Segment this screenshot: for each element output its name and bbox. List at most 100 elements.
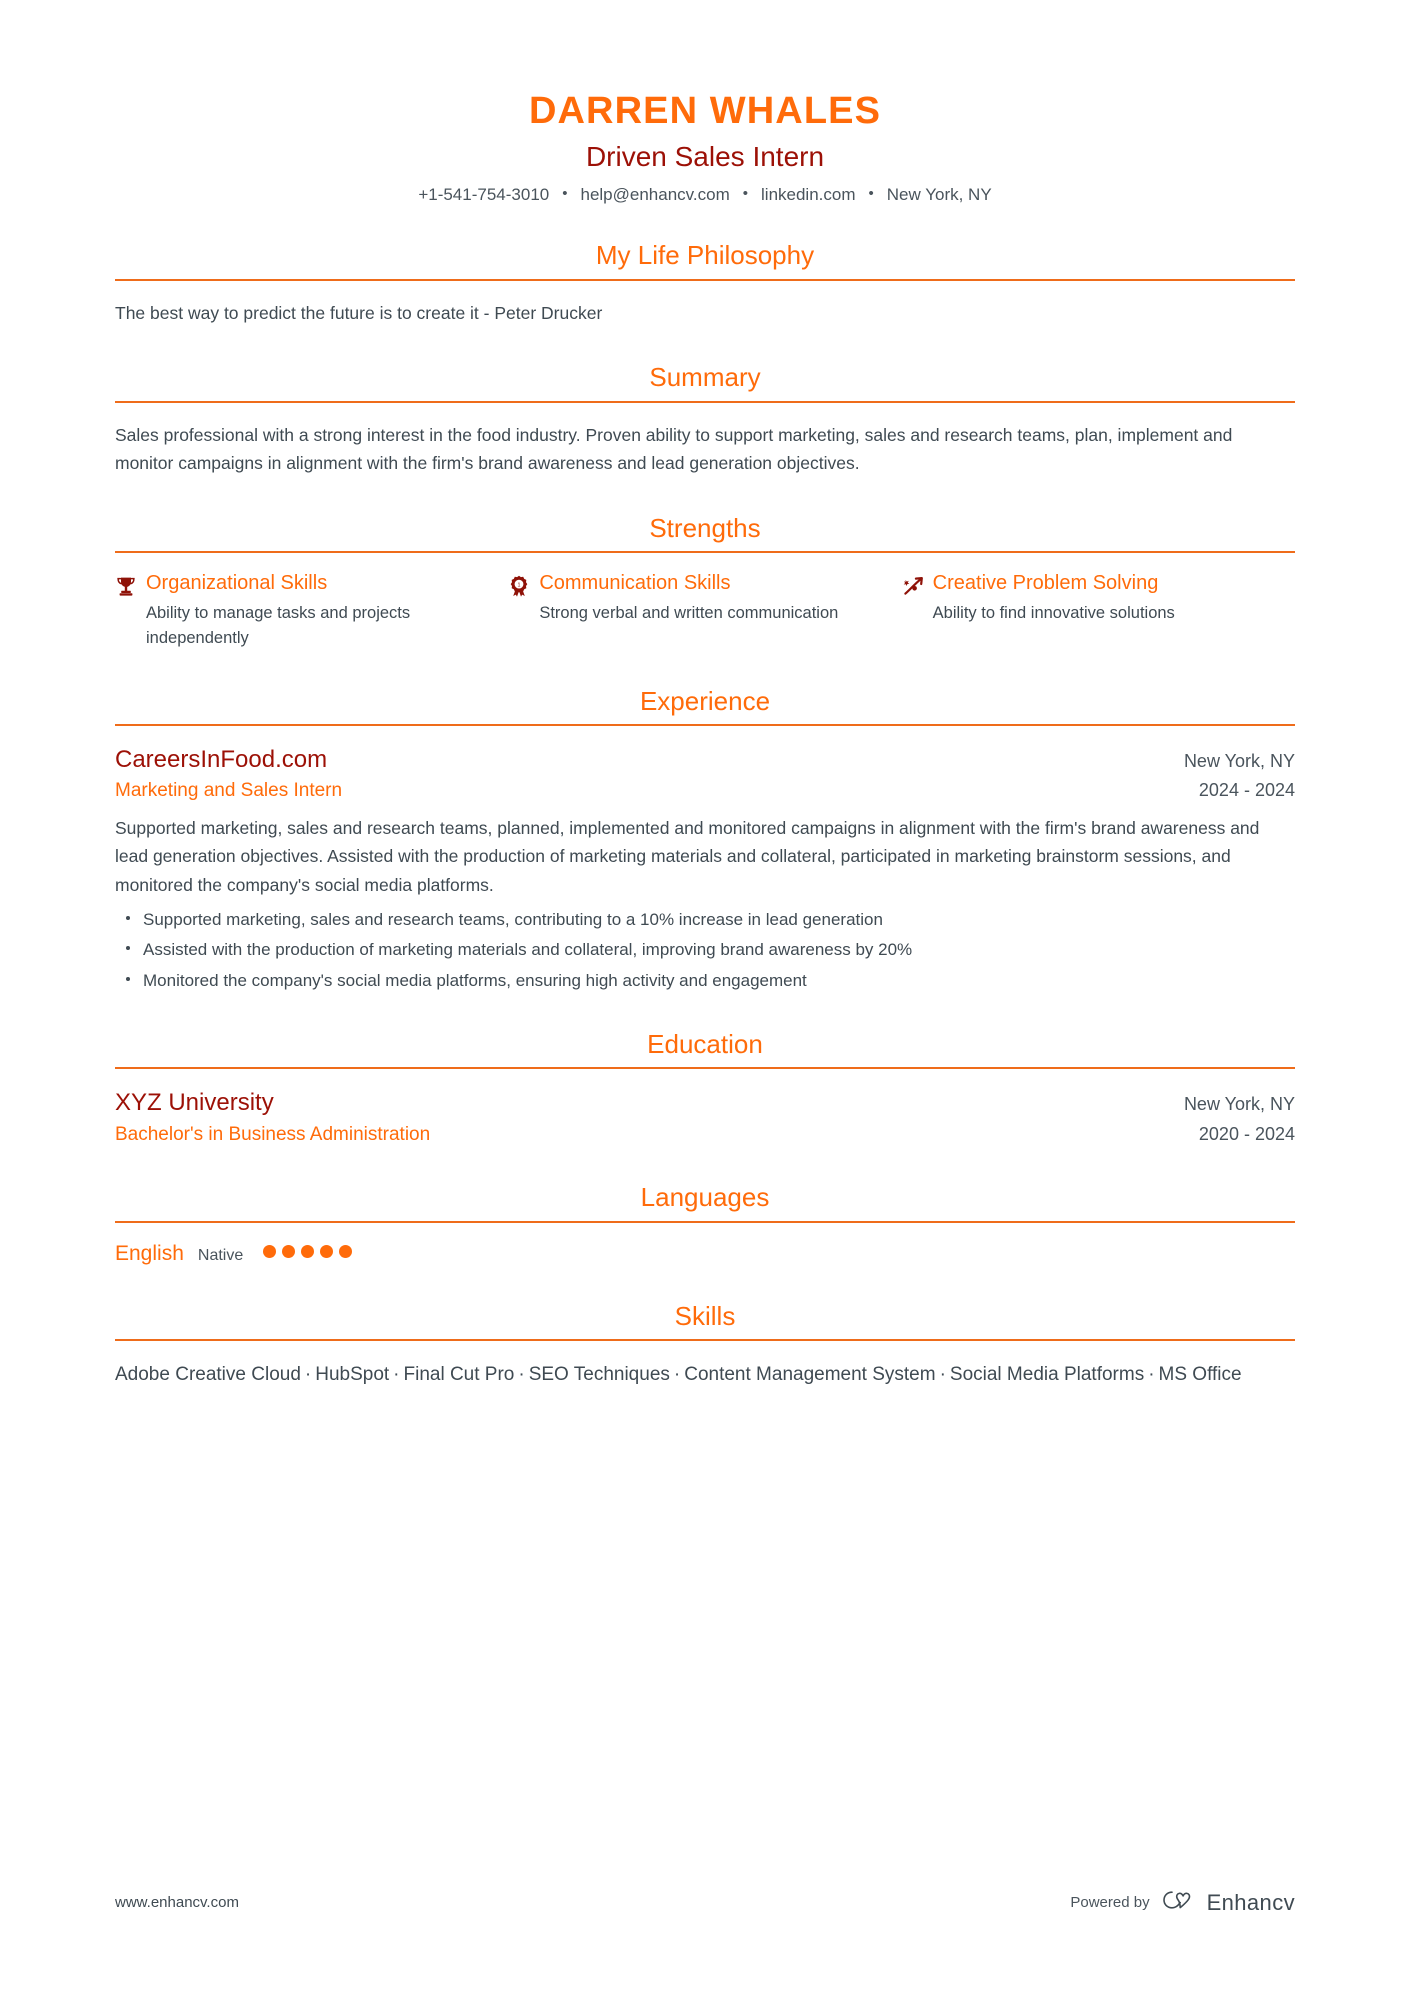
strength-description: Ability to find innovative solutions (932, 604, 1175, 623)
strength-title: Organizational Skills (146, 572, 328, 595)
strength-head: 1 Communication Skills (508, 571, 871, 597)
contact-linkedin[interactable]: linkedin.com (761, 185, 856, 205)
entry-org-row: CareersInFood.com New York, NY (115, 744, 1295, 775)
strength-head: Creative Problem Solving (902, 571, 1265, 597)
language-row: English Native (115, 1241, 1295, 1266)
section-title-summary: Summary (649, 362, 761, 393)
strength-item: Organizational Skills Ability to manage t… (115, 571, 508, 651)
experience-bullet: Monitored the company's social media pla… (125, 968, 1295, 994)
enhancv-wordmark: Enhancv (1206, 1889, 1295, 1915)
candidate-name: DARREN WHALES (528, 90, 882, 132)
proficiency-dot (263, 1244, 277, 1258)
section-experience: Experience CareersInFood.com New York, NY… (115, 685, 1295, 994)
education-school: XYZ University (115, 1089, 274, 1117)
footer-website-url[interactable]: www.enhancv.com (115, 1894, 239, 1911)
skill-separator: · (518, 1364, 525, 1386)
strength-description: Strong verbal and written communication (539, 604, 839, 623)
entry-role-row: Bachelor's in Business Administration 202… (115, 1119, 1295, 1148)
section-strengths: Strengths Organizational Skills Ability t… (115, 512, 1295, 651)
section-title-skills: Skills (674, 1300, 736, 1331)
philosophy-body: The best way to predict the future is to… (115, 281, 1295, 327)
experience-entry: CareersInFood.com New York, NY Marketing a… (115, 744, 1295, 994)
education-dates: 2020 - 2024 (1198, 1123, 1295, 1144)
strength-item: 1 Communication Skills Strong verbal and w… (508, 571, 901, 651)
trophy-icon (115, 573, 137, 599)
skill-item: SEO Techniques (528, 1364, 670, 1386)
skill-separator: · (1148, 1364, 1155, 1386)
experience-role: Marketing and Sales Intern (115, 780, 343, 802)
strength-item: Creative Problem Solving Ability to find … (902, 571, 1295, 651)
education-entry: XYZ University New York, NY Bachelor's in … (115, 1087, 1295, 1147)
experience-description: Supported marketing, sales and research … (115, 817, 1260, 895)
contact-phone[interactable]: +1-541-754-3010 (418, 185, 549, 205)
section-title-strengths: Strengths (649, 512, 761, 543)
entry-role-row: Marketing and Sales Intern 2024 - 2024 (115, 775, 1295, 804)
section-title-education: Education (647, 1028, 763, 1059)
skill-item: MS Office (1158, 1364, 1242, 1386)
skill-item: HubSpot (315, 1364, 390, 1386)
experience-bullet: Assisted with the production of marketin… (125, 937, 1295, 963)
section-skills: Skills Adobe Creative Cloud · HubSpot · Fina… (115, 1300, 1295, 1391)
strength-title: Creative Problem Solving (932, 572, 1159, 595)
resume-footer: www.enhancv.com Powered by Enhancv (115, 1888, 1295, 1917)
education-location: New York, NY (1183, 1094, 1295, 1115)
enhancv-mark-icon (1161, 1888, 1199, 1917)
section-title-philosophy: My Life Philosophy (595, 240, 815, 271)
summary-text: Sales professional with a strong interes… (115, 424, 1233, 474)
skill-separator: · (393, 1364, 400, 1386)
contact-row: +1-541-754-3010 • help@enhancv.com • linkedi… (115, 185, 1295, 205)
language-name: English (115, 1241, 184, 1265)
award-medal-icon: 1 (508, 573, 530, 599)
proficiency-dot (301, 1244, 315, 1258)
education-degree: Bachelor's in Business Administration (115, 1123, 431, 1145)
section-title-experience: Experience (639, 685, 771, 716)
powered-by-label: Powered by (1070, 1894, 1150, 1911)
strengths-body: Organizational Skills Ability to manage t… (115, 553, 1295, 651)
svg-text:1: 1 (518, 582, 521, 588)
strength-description: Ability to manage tasks and projects ind… (146, 604, 411, 647)
section-title-languages: Languages (640, 1182, 770, 1213)
skill-separator: · (939, 1364, 946, 1386)
language-level: Native (197, 1246, 244, 1264)
experience-dates: 2024 - 2024 (1198, 780, 1295, 801)
contact-email[interactable]: help@enhancv.com (581, 185, 730, 205)
entry-org-row: XYZ University New York, NY (115, 1087, 1295, 1118)
languages-body: English Native (115, 1223, 1295, 1266)
experience-location: New York, NY (1183, 751, 1295, 772)
proficiency-dot (320, 1244, 334, 1258)
section-languages: Languages English Native (115, 1181, 1295, 1266)
skill-item: Content Management System (684, 1364, 936, 1386)
strengths-grid: Organizational Skills Ability to manage t… (115, 571, 1295, 651)
section-philosophy: My Life Philosophy The best way to predi… (115, 239, 1295, 327)
summary-body: Sales professional with a strong interes… (115, 403, 1295, 478)
strength-head: Organizational Skills (115, 571, 478, 597)
rocket-arrow-icon (902, 573, 924, 599)
experience-bullet-list: Supported marketing, sales and research … (115, 907, 1295, 994)
section-education: Education XYZ University New York, NY Bach… (115, 1028, 1295, 1147)
contact-separator: • (868, 184, 874, 202)
resume-page: DARREN WHALES Driven Sales Intern +1-541… (0, 0, 1410, 1995)
proficiency-dot (282, 1244, 296, 1258)
language-proficiency-dots (263, 1244, 353, 1258)
section-summary: Summary Sales professional with a strong… (115, 361, 1295, 477)
candidate-job-title: Driven Sales Intern (585, 140, 825, 172)
skills-list: Adobe Creative Cloud · HubSpot · Final Cut P… (115, 1359, 1295, 1390)
resume-header: DARREN WHALES Driven Sales Intern +1-541… (115, 0, 1295, 205)
philosophy-quote: The best way to predict the future is to… (115, 302, 603, 323)
skill-separator: · (673, 1364, 681, 1386)
skill-separator: · (304, 1364, 312, 1386)
contact-separator: • (742, 184, 749, 202)
skill-item: Adobe Creative Cloud (115, 1364, 301, 1386)
education-body: XYZ University New York, NY Bachelor's in … (115, 1069, 1295, 1147)
proficiency-dot (339, 1244, 353, 1258)
enhancv-logo: Enhancv (1161, 1888, 1295, 1917)
experience-bullet: Supported marketing, sales and research … (125, 907, 1295, 933)
skills-body: Adobe Creative Cloud · HubSpot · Final Cut P… (115, 1341, 1295, 1390)
contact-location[interactable]: New York, NY (887, 185, 992, 205)
experience-company: CareersInFood.com (115, 746, 328, 774)
strength-title: Communication Skills (539, 572, 731, 595)
footer-brand: Powered by Enhancv (1070, 1888, 1295, 1917)
skill-item: Social Media Platforms (949, 1364, 1145, 1386)
contact-separator: • (562, 184, 568, 202)
skill-item: Final Cut Pro (403, 1364, 515, 1386)
